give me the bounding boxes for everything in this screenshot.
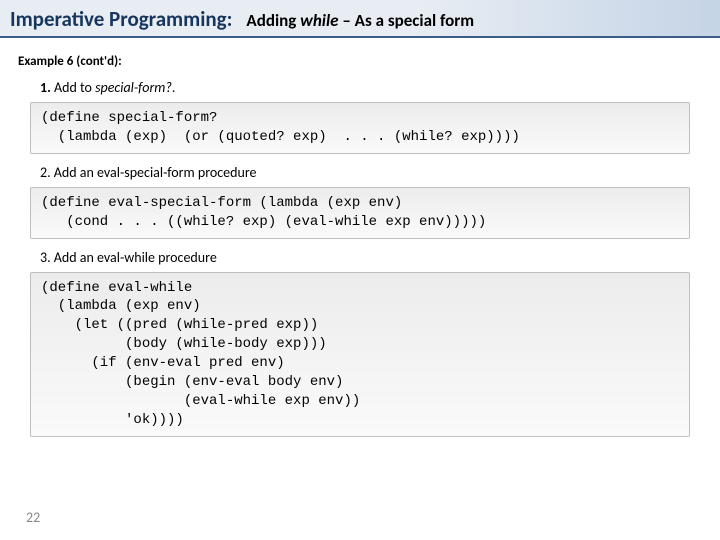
step-3-heading: 3. Add an eval-while procedure (40, 249, 702, 266)
title-left: Imperative Programming: (10, 6, 232, 32)
code-block-3: (define eval-while (lambda (exp env) (le… (30, 272, 690, 437)
step-2-num: 2. (40, 164, 51, 181)
step-1-pre: Add to (51, 79, 95, 96)
title-right-em: while (300, 10, 338, 31)
step-1-post: . (172, 79, 176, 96)
step-1-em: special-form? (95, 79, 172, 96)
example-label: Example 6 (cont'd): (18, 54, 702, 69)
step-1-num: 1. (40, 79, 51, 96)
title-right-pre: Adding (246, 10, 300, 31)
title-right-post: – As a special form (339, 10, 475, 31)
slide-content: Example 6 (cont'd): 1. Add to special-fo… (0, 38, 720, 437)
code-block-1: (define special-form? (lambda (exp) (or … (30, 102, 690, 154)
step-3-pre: Add an eval-while procedure (51, 249, 217, 266)
code-block-2: (define eval-special-form (lambda (exp e… (30, 187, 690, 239)
step-2-pre: Add an eval-special-form procedure (51, 164, 257, 181)
step-3-num: 3. (40, 249, 51, 266)
step-2-heading: 2. Add an eval-special-form procedure (40, 164, 702, 181)
title-right: Adding while – As a special form (246, 10, 474, 31)
page-number: 22 (26, 509, 40, 526)
step-1-heading: 1. Add to special-form?. (40, 79, 702, 96)
title-bar: Imperative Programming: Adding while – A… (0, 0, 720, 38)
